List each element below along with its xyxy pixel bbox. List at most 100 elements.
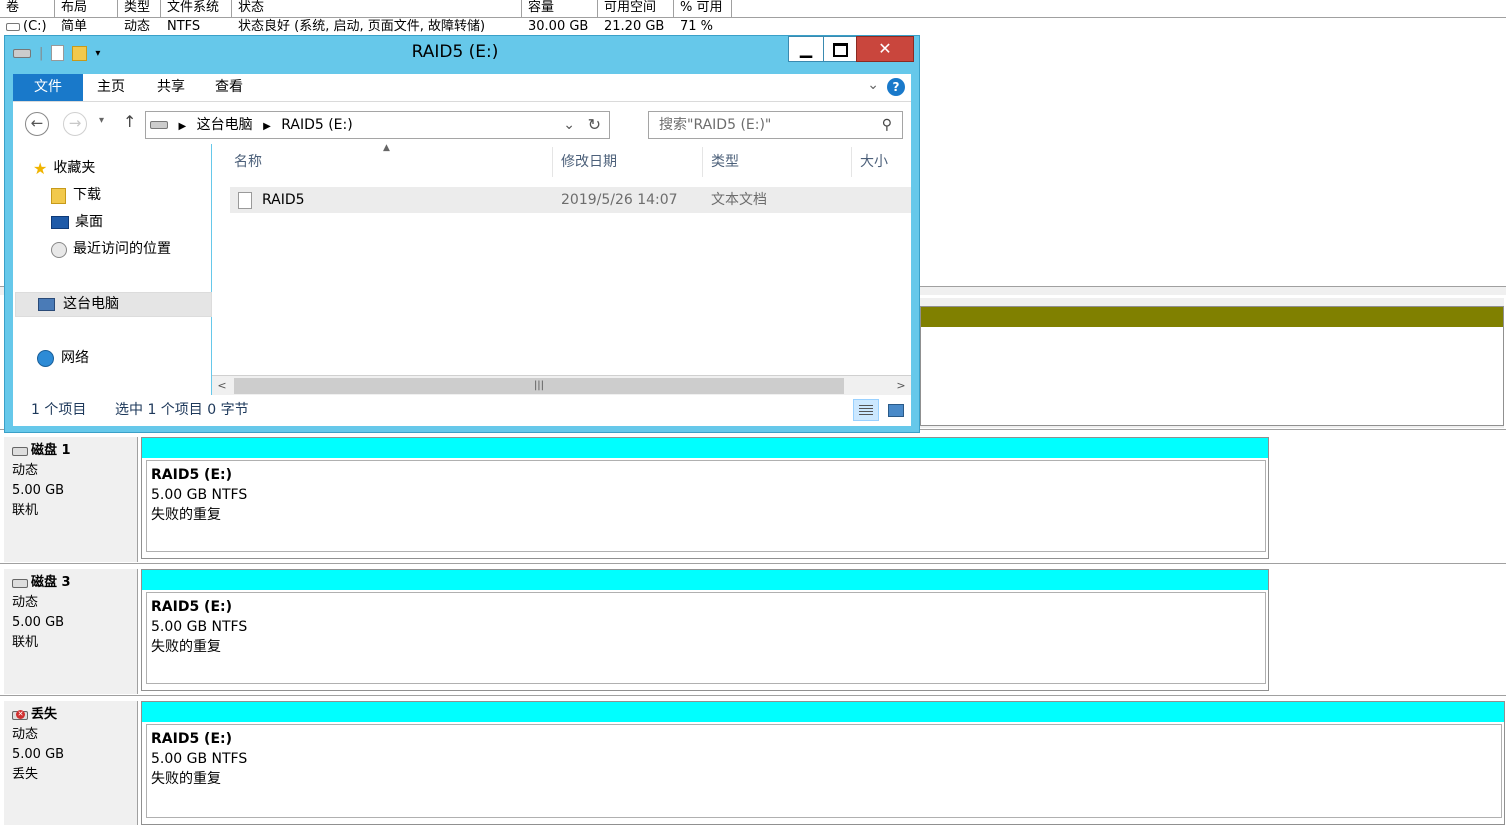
tab-file[interactable]: 文件	[13, 74, 83, 101]
col-capacity[interactable]: 容量	[522, 0, 598, 17]
partition-color-bar	[921, 307, 1503, 327]
breadcrumb-current[interactable]: RAID5 (E:)	[281, 117, 353, 133]
disk-icon	[12, 578, 28, 588]
disk-icon	[12, 446, 28, 456]
volume-cell: (C:)	[0, 18, 55, 36]
breadcrumb-separator-icon[interactable]: ▶	[178, 121, 186, 132]
missing-disk-partition[interactable]: RAID5 (E:) 5.00 GB NTFS 失败的重复	[141, 701, 1505, 825]
col-free-space[interactable]: 可用空间	[598, 0, 674, 17]
missing-disk-label[interactable]: ✕ 丢失 动态 5.00 GB 丢失	[4, 701, 138, 825]
disk-1-partition[interactable]: RAID5 (E:) 5.00 GB NTFS 失败的重复	[141, 437, 1269, 559]
back-button[interactable]: ←	[25, 112, 49, 136]
file-list: ▲ 名称 修改日期 类型 大小 RAID5 2019/5/26 14:07 文本…	[212, 143, 911, 395]
type-cell: 动态	[124, 19, 151, 34]
forward-button[interactable]: →	[63, 112, 87, 136]
scrollbar-thumb[interactable]: |||	[234, 378, 844, 394]
col-volume[interactable]: 卷	[0, 0, 55, 17]
partition-detail: 5.00 GB NTFS	[151, 487, 248, 503]
search-input[interactable]: 搜索"RAID5 (E:)" ⚲	[648, 111, 903, 139]
column-date-modified[interactable]: 修改日期	[553, 147, 703, 177]
breadcrumb-separator-icon[interactable]: ▶	[263, 121, 271, 132]
forward-arrow-icon: →	[68, 114, 82, 132]
file-type: 文本文档	[711, 192, 767, 208]
tab-view[interactable]: 查看	[201, 74, 257, 101]
missing-disk-icon: ✕	[12, 709, 28, 720]
partition-color-bar	[142, 438, 1268, 458]
disk-type: 动态	[12, 595, 39, 610]
column-size[interactable]: 大小	[852, 147, 911, 177]
tab-share[interactable]: 共享	[143, 74, 199, 101]
col-type[interactable]: 类型	[118, 0, 161, 17]
disk-1-label[interactable]: 磁盘 1 动态 5.00 GB 联机	[4, 437, 138, 562]
horizontal-scrollbar[interactable]: < ||| >	[212, 375, 911, 396]
free-cell: 21.20 GB	[604, 19, 665, 34]
disk-state: 丢失	[12, 767, 39, 782]
scroll-left-icon[interactable]: <	[214, 377, 230, 395]
drive-icon	[150, 121, 168, 129]
col-status[interactable]: 状态	[232, 0, 522, 17]
downloads-folder-icon	[51, 187, 66, 204]
window-title: RAID5 (E:)	[411, 42, 499, 62]
disk-size: 5.00 GB	[12, 483, 65, 498]
details-view-button[interactable]	[853, 399, 879, 421]
disk-state: 联机	[12, 503, 39, 518]
minimize-button[interactable]: ▁	[788, 36, 824, 62]
partition-status: 失败的重复	[151, 507, 221, 523]
address-dropdown-icon[interactable]: ⌄	[563, 112, 575, 138]
row-divider	[0, 695, 1506, 696]
row-divider	[0, 563, 1506, 564]
disk-title: 磁盘 1	[31, 443, 71, 458]
recent-locations-dropdown-icon[interactable]: ▾	[99, 115, 104, 126]
fs-cell: NTFS	[167, 19, 201, 34]
disk-0-partition[interactable]	[920, 306, 1504, 426]
nav-favorites[interactable]: ★ 收藏夹	[33, 156, 230, 181]
title-bar[interactable]: | ▾ RAID5 (E:) ▁ ✕	[5, 36, 919, 69]
nav-label: 这台电脑	[63, 296, 119, 312]
partition-detail: 5.00 GB NTFS	[151, 751, 248, 767]
col-layout[interactable]: 布局	[55, 0, 118, 17]
star-icon: ★	[33, 159, 48, 178]
disk-state: 联机	[12, 635, 39, 650]
disk-title: 磁盘 3	[31, 575, 71, 590]
col-percent-free[interactable]: % 可用	[674, 0, 732, 17]
scroll-right-icon[interactable]: >	[893, 377, 909, 395]
disk-3-label[interactable]: 磁盘 3 动态 5.00 GB 联机	[4, 569, 138, 694]
col-filesystem[interactable]: 文件系统	[161, 0, 232, 17]
disk-size: 5.00 GB	[12, 615, 65, 630]
maximize-button[interactable]	[823, 36, 857, 62]
disk-type: 动态	[12, 727, 39, 742]
volume-row-c[interactable]: (C:) 简单 动态 NTFS 状态良好 (系统, 启动, 页面文件, 故障转储…	[0, 18, 1506, 36]
maximize-icon	[832, 42, 848, 57]
volume-list-header: 卷 布局 类型 文件系统 状态 容量 可用空间 % 可用	[0, 0, 1506, 18]
nav-label: 网络	[61, 350, 89, 366]
expand-ribbon-icon[interactable]: ⌄	[867, 77, 879, 93]
partition-color-bar	[142, 570, 1268, 590]
disk-type: 动态	[12, 463, 39, 478]
nav-network[interactable]: 网络	[37, 346, 234, 371]
recent-places-icon	[51, 241, 67, 258]
nav-this-pc[interactable]: 这台电脑	[15, 292, 212, 317]
explorer-window: | ▾ RAID5 (E:) ▁ ✕ 文件 主页 共享 查看 ⌄ ? ← → ▾…	[4, 35, 920, 433]
close-icon: ✕	[878, 39, 892, 58]
refresh-icon[interactable]: ↻	[588, 112, 601, 138]
nav-label: 下载	[73, 187, 101, 203]
file-row[interactable]: RAID5 2019/5/26 14:07 文本文档	[230, 187, 911, 213]
partition-name: RAID5 (E:)	[151, 467, 233, 483]
address-bar[interactable]: ▶ 这台电脑 ▶ RAID5 (E:) ⌄ ↻	[145, 111, 610, 139]
disk-3-partition[interactable]: RAID5 (E:) 5.00 GB NTFS 失败的重复	[141, 569, 1269, 691]
column-type[interactable]: 类型	[703, 147, 852, 177]
large-icons-view-button[interactable]	[883, 399, 909, 421]
file-name: RAID5	[262, 192, 305, 208]
nav-label: 最近访问的位置	[73, 241, 171, 257]
network-icon	[37, 350, 54, 367]
up-arrow-icon[interactable]: ↑	[123, 112, 136, 131]
tab-home[interactable]: 主页	[83, 74, 139, 101]
selection-info: 选中 1 个项目 0 字节	[115, 402, 249, 418]
breadcrumb-this-pc[interactable]: 这台电脑	[197, 117, 253, 133]
close-button[interactable]: ✕	[856, 36, 914, 62]
partition-name: RAID5 (E:)	[151, 599, 233, 615]
help-icon[interactable]: ?	[887, 78, 905, 96]
column-name[interactable]: 名称	[226, 147, 553, 177]
status-bar: 1 个项目 选中 1 个项目 0 字节	[13, 395, 911, 426]
ribbon-tabs: 文件 主页 共享 查看 ⌄ ?	[13, 74, 911, 101]
